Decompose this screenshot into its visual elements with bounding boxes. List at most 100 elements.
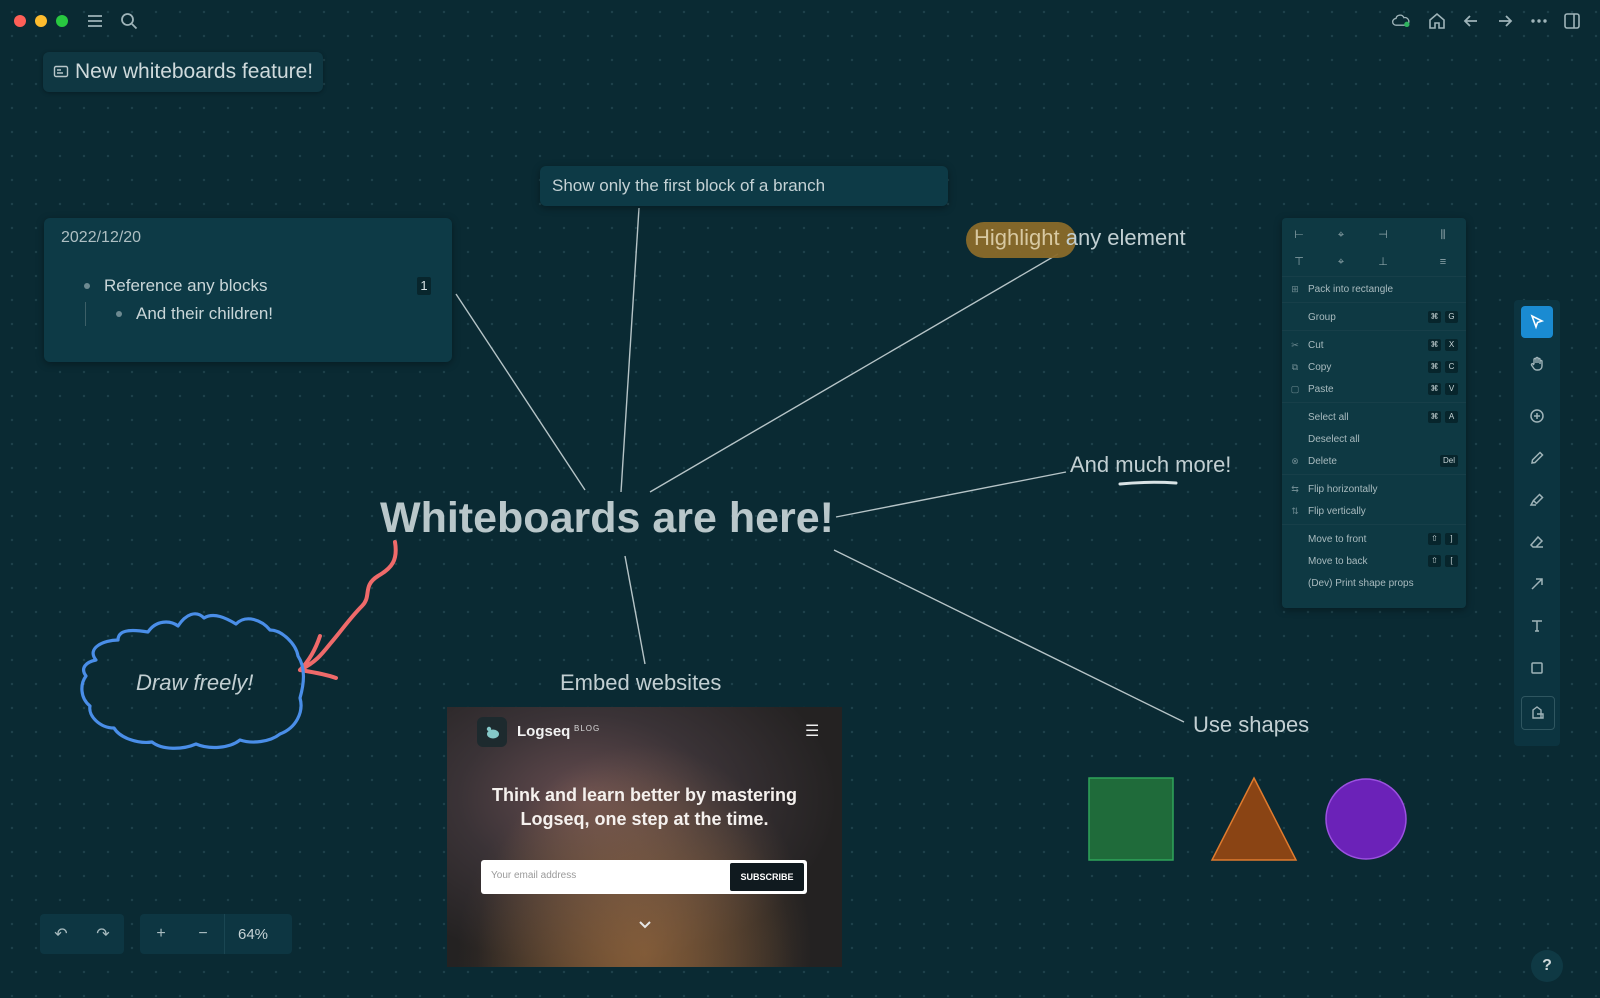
highlighter-tool-button[interactable] <box>1521 484 1553 516</box>
eraser-tool-button[interactable] <box>1521 526 1553 558</box>
shortcut-key: ⇧ <box>1428 555 1441 567</box>
menu-item-move-to-back[interactable]: Move to back ⇧ [ <box>1282 551 1466 571</box>
menu-item-group[interactable]: Group ⌘ G <box>1282 307 1466 327</box>
distribute-horizontal-icon[interactable]: ⫼ <box>1434 226 1452 244</box>
zoom-out-button[interactable]: − <box>182 914 224 954</box>
pen-tool-button[interactable] <box>1521 442 1553 474</box>
flip-vertical-icon: ⇅ <box>1291 505 1299 516</box>
connector-embed <box>624 555 646 665</box>
branch-block-card[interactable]: Show only the first block of a branch <box>540 166 948 206</box>
flip-horizontal-icon: ⇆ <box>1291 483 1299 494</box>
email-input[interactable]: Your email address <box>491 870 576 881</box>
zoom-level[interactable]: 64% <box>224 914 281 954</box>
rectangle-icon <box>1531 662 1543 674</box>
menu-item-print-props[interactable]: (Dev) Print shape props <box>1282 573 1466 593</box>
hamburger-menu-icon[interactable]: ☰ <box>805 721 819 741</box>
align-center-vertical-icon[interactable]: ⌖ <box>1332 253 1350 271</box>
subscribe-button[interactable]: SUBSCRIBE <box>730 863 804 891</box>
connector-more <box>835 471 1067 518</box>
connector-tool-button[interactable] <box>1521 568 1553 600</box>
pointer-icon <box>1530 314 1545 330</box>
menu-item-label: Select all <box>1308 411 1349 423</box>
embedded-website[interactable]: Logseq BLOG ☰ Think and learn better by … <box>447 707 842 967</box>
color-swatch-icon <box>1532 706 1544 719</box>
menu-item-label: Copy <box>1308 361 1332 373</box>
zoom-controls: + − 64% <box>140 914 292 954</box>
align-right-icon[interactable]: ⊣ <box>1374 226 1392 244</box>
help-button[interactable]: ? <box>1531 950 1563 982</box>
shortcut-key: C <box>1445 361 1458 373</box>
highlight-text[interactable]: Highlight any element <box>974 225 1186 251</box>
reference-count-badge[interactable]: 1 <box>417 277 431 295</box>
menu-item-deselect-all[interactable]: Deselect all <box>1282 429 1466 449</box>
menu-item-label: Deselect all <box>1308 433 1360 445</box>
much-prefix: And <box>1070 452 1116 477</box>
embed-brand[interactable]: Logseq <box>517 723 570 740</box>
logseq-logo-icon[interactable] <box>477 717 507 747</box>
distribute-vertical-icon[interactable]: ≡ <box>1434 253 1452 271</box>
align-bottom-icon[interactable]: ⊥ <box>1374 253 1392 271</box>
menu-item-pack[interactable]: ⊞ Pack into rectangle <box>1282 279 1466 299</box>
scissors-icon: ✂ <box>1291 339 1299 350</box>
menu-item-flip-horizontal[interactable]: ⇆ Flip horizontally <box>1282 479 1466 499</box>
highlight-rest: any element <box>1059 225 1186 250</box>
shape-tool-button[interactable] <box>1521 652 1553 684</box>
menu-separator <box>1282 330 1466 331</box>
bullet-dot[interactable] <box>84 283 90 289</box>
freehand-red-arrow <box>298 540 398 680</box>
main-title[interactable]: Whiteboards are here! <box>380 494 834 543</box>
align-center-horizontal-icon[interactable]: ⌖ <box>1332 226 1350 244</box>
shortcut-key: ⌘ <box>1428 311 1441 323</box>
block-child-item[interactable]: And their children! <box>116 304 273 324</box>
pan-tool-button[interactable] <box>1521 348 1553 380</box>
menu-item-label: Cut <box>1308 339 1324 351</box>
text-tool-button[interactable] <box>1521 610 1553 642</box>
menu-item-copy[interactable]: ⧉ Copy ⌘ C <box>1282 357 1466 377</box>
embed-websites-label[interactable]: Embed websites <box>560 670 721 696</box>
redo-button[interactable]: ↷ <box>82 914 124 954</box>
shortcut-key: ] <box>1445 533 1458 545</box>
bullet-dot[interactable] <box>116 311 122 317</box>
menu-separator <box>1282 524 1466 525</box>
grid-icon: ⊞ <box>1291 283 1299 294</box>
zoom-in-button[interactable]: + <box>140 914 182 954</box>
menu-item-select-all[interactable]: Select all ⌘ A <box>1282 407 1466 427</box>
add-block-button[interactable] <box>1521 400 1553 432</box>
shortcut-key: ⌘ <box>1428 411 1441 423</box>
shortcut-key: A <box>1445 411 1458 423</box>
block-reference-card[interactable]: 2022/12/20 Reference any blocks 1 And th… <box>44 218 452 362</box>
block-item[interactable]: Reference any blocks <box>84 276 267 296</box>
menu-item-label: Flip vertically <box>1308 505 1366 517</box>
connector-branch <box>620 207 640 493</box>
hand-icon <box>1530 356 1543 371</box>
menu-item-label: Paste <box>1308 383 1334 395</box>
menu-item-cut[interactable]: ✂ Cut ⌘ X <box>1282 335 1466 355</box>
embed-blog-tag: BLOG <box>574 724 601 733</box>
clipboard-icon: ▢ <box>1290 383 1300 394</box>
menu-item-label: Move to back <box>1308 555 1368 567</box>
align-left-icon[interactable]: ⊢ <box>1290 226 1308 244</box>
menu-item-delete[interactable]: ⊗ Delete Del <box>1282 451 1466 471</box>
menu-item-move-to-front[interactable]: Move to front ⇧] <box>1282 529 1466 549</box>
much-more-text[interactable]: And much more! <box>1070 452 1231 478</box>
color-tool-button[interactable] <box>1521 696 1555 730</box>
much-underline <box>1118 480 1178 486</box>
connector-shapes <box>833 549 1185 723</box>
orange-triangle-shape <box>1210 776 1298 861</box>
menu-item-flip-vertical[interactable]: ⇅ Flip vertically <box>1282 501 1466 521</box>
use-shapes-label[interactable]: Use shapes <box>1193 712 1309 738</box>
block-text: Reference any blocks <box>104 276 268 295</box>
align-top-icon[interactable]: ⊤ <box>1290 253 1308 271</box>
undo-button[interactable]: ↶ <box>40 914 82 954</box>
draw-freely-text[interactable]: Draw freely! <box>136 670 253 696</box>
menu-item-paste[interactable]: ▢ Paste ⌘ V <box>1282 379 1466 399</box>
menu-item-label: Pack into rectangle <box>1308 283 1394 295</box>
shapes-group <box>1088 776 1407 861</box>
text-icon <box>1532 620 1542 632</box>
highlighter-icon <box>1529 493 1544 506</box>
shortcut-key: ⇧ <box>1428 533 1441 545</box>
chevron-down-icon[interactable] <box>637 917 653 938</box>
journal-date: 2022/12/20 <box>61 229 142 246</box>
select-tool-button[interactable] <box>1521 306 1553 338</box>
history-controls: ↶ ↷ <box>40 914 124 954</box>
